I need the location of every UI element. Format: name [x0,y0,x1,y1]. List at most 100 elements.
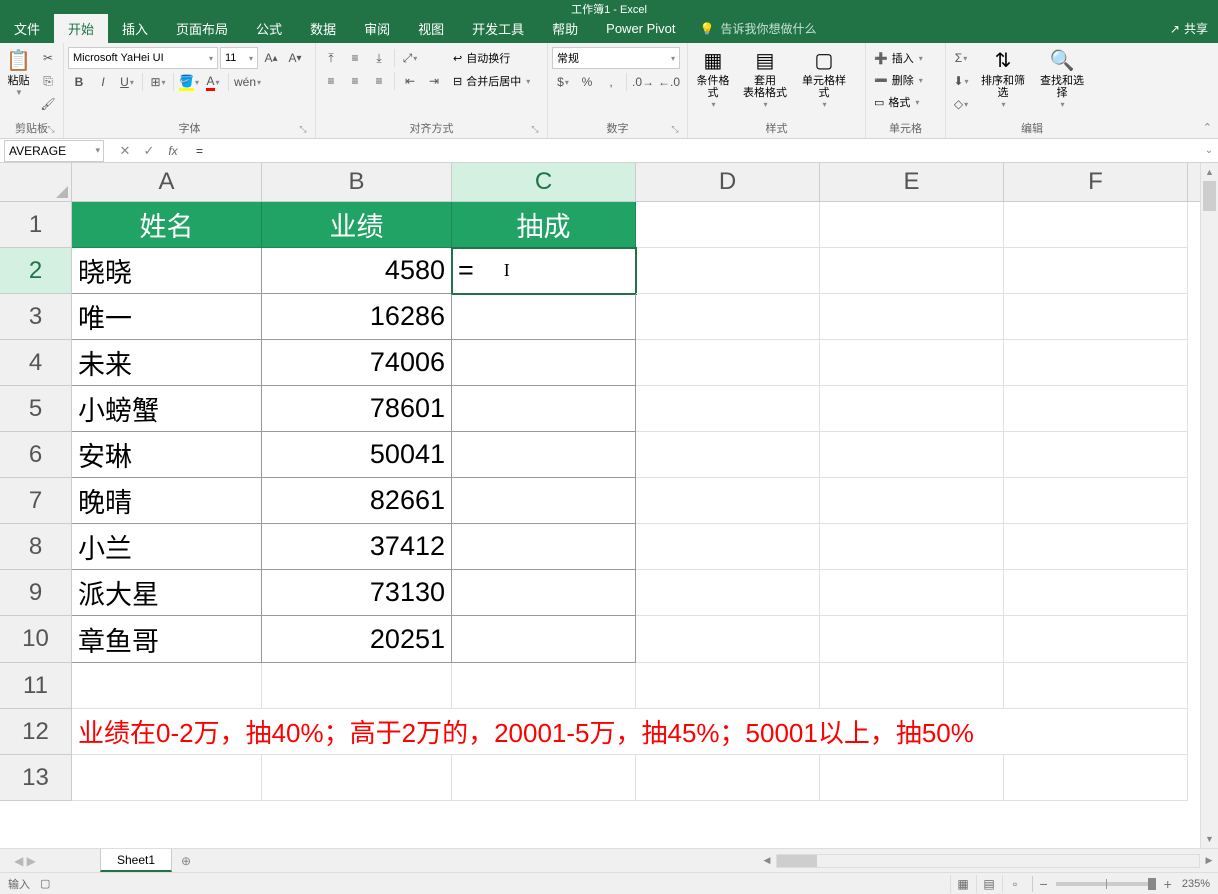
tell-me-search[interactable]: 💡 告诉我你想做什么 [690,14,827,43]
share-button[interactable]: ↗ 共享 [1170,14,1218,43]
scroll-left-button[interactable]: ◀ [758,852,776,870]
cell[interactable] [262,663,452,709]
align-right-button[interactable]: ≡ [368,70,390,92]
tab-home[interactable]: 开始 [54,14,108,43]
cell[interactable] [820,340,1004,386]
row-head-11[interactable]: 11 [0,663,71,709]
cell[interactable] [636,294,820,340]
align-top-button[interactable]: ⤒ [320,47,342,69]
cell[interactable] [636,340,820,386]
page-break-view-button[interactable]: ▫ [1002,875,1026,893]
format-cells-button[interactable]: ▭格式▾ [870,91,923,113]
cell[interactable] [452,570,636,616]
wrap-text-button[interactable]: ↩自动换行 [449,47,534,69]
orientation-button[interactable]: ⤢▾ [399,47,421,69]
cell[interactable] [636,202,820,248]
phonetic-button[interactable]: wén▾ [233,71,262,93]
cell[interactable] [1004,524,1188,570]
cell[interactable] [72,663,262,709]
font-color-button[interactable]: A▾ [202,71,224,93]
cell[interactable] [452,386,636,432]
row-head-8[interactable]: 8 [0,524,71,570]
cell[interactable] [636,432,820,478]
zoom-in-button[interactable]: + [1164,876,1172,892]
cell[interactable] [452,755,636,801]
autosum-button[interactable]: Σ▾ [950,47,972,69]
cell[interactable] [1004,248,1188,294]
cell[interactable] [636,386,820,432]
dialog-launcher-icon[interactable]: ⤡ [297,124,309,136]
scroll-right-button[interactable]: ▶ [1200,852,1218,870]
merge-center-button[interactable]: ⊟合并后居中▾ [449,70,534,92]
cell[interactable] [1004,294,1188,340]
row-head-6[interactable]: 6 [0,432,71,478]
zoom-value[interactable]: 235% [1182,878,1210,890]
col-head-F[interactable]: F [1004,163,1188,201]
cell[interactable] [820,248,1004,294]
collapse-ribbon-button[interactable]: ⌃ [1203,121,1212,134]
sheet-nav-arrows[interactable]: ◀ ▶ [0,849,50,872]
cell[interactable] [1004,432,1188,478]
cell[interactable] [1004,663,1188,709]
cell[interactable]: 晚晴 [72,478,262,524]
find-select-button[interactable]: 🔍查找和选择▾ [1034,47,1090,112]
row-head-13[interactable]: 13 [0,755,71,801]
format-painter-button[interactable]: 🖌 [37,93,59,115]
cell[interactable]: 章鱼哥 [72,616,262,663]
cell[interactable] [636,248,820,294]
conditional-format-button[interactable]: ▦条件格式▾ [692,47,734,112]
cell[interactable]: 73130 [262,570,452,616]
scroll-down-button[interactable]: ▼ [1201,830,1218,848]
cell[interactable] [72,755,262,801]
cell[interactable] [636,755,820,801]
zoom-out-button[interactable]: − [1039,876,1047,892]
cell[interactable] [1004,755,1188,801]
cell[interactable] [820,616,1004,663]
comma-button[interactable]: , [600,71,622,93]
increase-font-button[interactable]: A▴ [260,47,282,69]
font-name-combo[interactable]: Microsoft YaHei UI▾ [68,47,218,69]
page-layout-view-button[interactable]: ▤ [976,875,1000,893]
cell[interactable] [636,524,820,570]
fill-color-button[interactable]: 🪣▾ [178,71,200,93]
macro-record-icon[interactable]: ▢ [40,877,50,890]
cancel-formula-button[interactable]: ✕ [114,141,136,161]
cell[interactable] [1004,616,1188,663]
dialog-launcher-icon[interactable]: ⤡ [45,124,57,136]
hscroll-track[interactable] [776,854,1200,868]
row-head-9[interactable]: 9 [0,570,71,616]
format-as-table-button[interactable]: ▤套用 表格格式▾ [738,47,792,112]
tab-data[interactable]: 数据 [296,14,350,43]
spreadsheet-grid[interactable]: ABCDEF 12345678910111213 姓名业绩抽成晓晓4580=I唯… [0,163,1218,848]
cell[interactable] [1004,570,1188,616]
cut-button[interactable]: ✂ [37,47,59,69]
cell[interactable]: 37412 [262,524,452,570]
align-middle-button[interactable]: ≡ [344,47,366,69]
cell[interactable] [820,202,1004,248]
sort-filter-button[interactable]: ⇅排序和筛选▾ [976,47,1030,112]
cell[interactable] [636,478,820,524]
percent-button[interactable]: % [576,71,598,93]
cell[interactable] [820,386,1004,432]
hscroll-thumb[interactable] [777,855,817,867]
cell[interactable]: 82661 [262,478,452,524]
cell[interactable] [452,616,636,663]
cell[interactable] [636,570,820,616]
tab-view[interactable]: 视图 [404,14,458,43]
align-center-button[interactable]: ≡ [344,70,366,92]
tab-powerpivot[interactable]: Power Pivot [592,14,689,43]
cell[interactable]: 晓晓 [72,248,262,294]
cell[interactable] [262,755,452,801]
tab-file[interactable]: 文件 [0,14,54,43]
cell[interactable]: 小螃蟹 [72,386,262,432]
cell[interactable]: =I [452,248,636,294]
fill-button[interactable]: ⬇▾ [950,70,972,92]
expand-formula-bar-button[interactable]: ⌄ [1200,145,1218,156]
dialog-launcher-icon[interactable]: ⤡ [529,124,541,136]
vertical-scrollbar[interactable]: ▲ ▼ [1200,163,1218,848]
cell[interactable]: 姓名 [72,202,262,248]
row-head-12[interactable]: 12 [0,709,71,755]
cell[interactable]: 20251 [262,616,452,663]
cell[interactable]: 抽成 [452,202,636,248]
cell[interactable] [1004,340,1188,386]
